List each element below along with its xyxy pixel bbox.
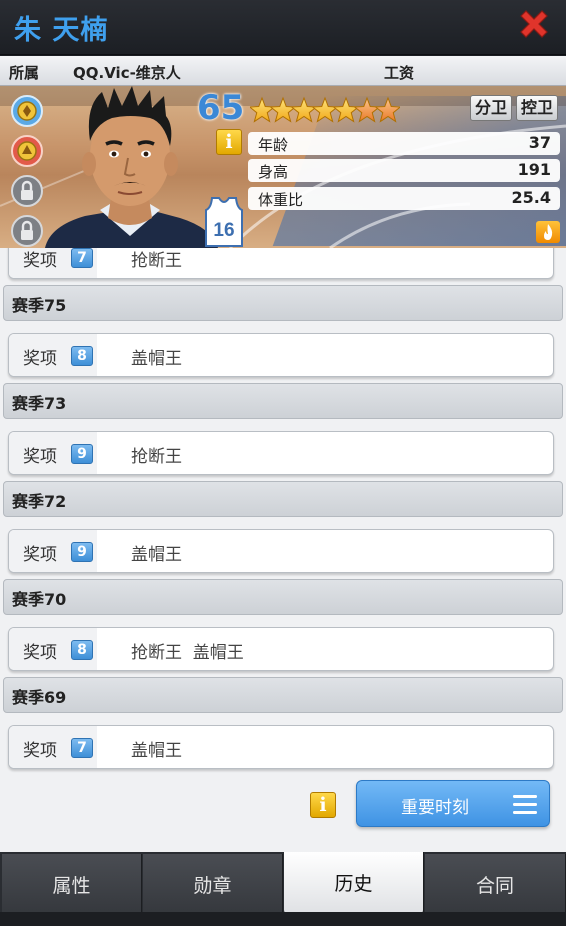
locked-badge-icon-1: [11, 175, 43, 207]
star-icon-filled: [250, 96, 276, 123]
award-count-badge: 9: [71, 542, 93, 562]
award-count-badge: 8: [71, 346, 93, 366]
season-header: 赛季69: [3, 677, 563, 713]
title-bar: 朱 天楠: [0, 0, 566, 55]
stat-weight-ratio-value: 25.4: [511, 188, 551, 207]
award-label: 奖项: [23, 545, 57, 565]
award-label: 奖项: [23, 741, 57, 761]
medal-icon-1[interactable]: [10, 94, 44, 128]
award-count-badge: 8: [71, 640, 93, 660]
locked-badge-icon-2: [11, 215, 43, 247]
player-name-title: 朱 天楠: [14, 15, 109, 46]
tab-bar-bottom-edge: [0, 912, 566, 926]
award-label: 奖项: [23, 349, 57, 369]
season-header: 赛季75: [3, 285, 563, 321]
season-label: 赛季73: [12, 394, 67, 413]
season-header: 赛季70: [3, 579, 563, 615]
fire-icon-button[interactable]: [536, 221, 560, 243]
award-row: 奖项 9 盖帽王: [8, 529, 554, 573]
position-tag-sg[interactable]: 分卫: [470, 95, 513, 121]
award-names: 抢断王 盖帽王: [131, 643, 244, 663]
award-label: 奖项: [23, 643, 57, 663]
tab-attributes[interactable]: 属性: [2, 854, 142, 914]
tab-attributes-label: 属性: [52, 875, 91, 897]
award-row: 奖项 8 盖帽王: [8, 333, 554, 377]
award-names: 抢断王: [131, 447, 182, 467]
award-row: 奖项 7 抢断王: [8, 248, 554, 279]
award-names: 抢断王: [131, 251, 182, 271]
stat-weight-ratio-label: 体重比: [258, 191, 304, 209]
tab-medals-label: 勋章: [193, 875, 232, 897]
star-icon-partial: [353, 96, 381, 123]
info-icon-rating[interactable]: i: [216, 129, 242, 155]
award-row: 奖项 8 抢断王 盖帽王: [8, 627, 554, 671]
award-label: 奖项: [23, 251, 57, 271]
tab-history-label: 历史: [334, 873, 373, 895]
award-row: 奖项 9 抢断王: [8, 431, 554, 475]
star-icon-filled: [311, 96, 339, 123]
star-icon-filled: [290, 96, 318, 123]
position-tag-pg[interactable]: 控卫: [516, 95, 559, 121]
season-label: 赛季69: [12, 688, 67, 707]
jersey-icon: 16: [205, 197, 243, 247]
award-count-badge: 9: [71, 444, 93, 464]
tab-history[interactable]: 历史: [284, 852, 424, 914]
menu-icon: [513, 795, 537, 814]
info-icon-history[interactable]: i: [310, 792, 336, 818]
tab-contract-label: 合同: [475, 875, 514, 897]
star-icon-filled: [269, 96, 297, 123]
stat-height-value: 191: [517, 160, 551, 179]
tab-contract[interactable]: 合同: [425, 854, 566, 914]
tab-medals[interactable]: 勋章: [143, 854, 283, 914]
stat-age-label: 年龄: [258, 136, 289, 154]
player-portrait: [45, 86, 218, 248]
season-label: 赛季75: [12, 296, 67, 315]
history-list[interactable]: 奖项 7 抢断王 赛季75 奖项 8 盖帽王 赛季73 奖项 9 抢断王 赛季72 奖项 9 盖帽王 赛季70…: [0, 248, 566, 852]
award-count-badge: 7: [71, 738, 93, 758]
stat-age-value: 37: [528, 133, 551, 152]
award-names: 盖帽王: [131, 741, 182, 761]
season-header: 赛季72: [3, 481, 563, 517]
season-label: 赛季70: [12, 590, 67, 609]
overall-rating: 65: [197, 88, 245, 128]
award-names: 盖帽王: [131, 349, 182, 369]
award-count-badge: 7: [71, 248, 93, 268]
important-moments-button[interactable]: 重要时刻: [356, 780, 550, 827]
award-row: 奖项 7 盖帽王: [8, 725, 554, 769]
stat-age: 年龄 37: [248, 132, 560, 155]
star-icon-filled: [332, 96, 360, 123]
stat-weight-ratio: 体重比 25.4: [248, 187, 560, 210]
stat-height-label: 身高: [258, 163, 289, 181]
team-info-row: 所属 QQ.Vic-维京人 工资: [0, 56, 566, 86]
team-label: 所属: [9, 64, 40, 82]
season-label: 赛季72: [12, 492, 67, 511]
close-icon: [520, 10, 548, 38]
star-icon-partial: [374, 96, 400, 123]
important-moments-label: 重要时刻: [401, 798, 469, 818]
team-value: QQ.Vic-维京人: [73, 64, 181, 82]
close-button[interactable]: [514, 6, 554, 46]
star-rating: [250, 96, 400, 123]
season-header: 赛季73: [3, 383, 563, 419]
salary-label: 工资: [384, 64, 415, 82]
jersey-number: 16: [213, 220, 234, 241]
award-names: 盖帽王: [131, 545, 182, 565]
player-detail-window: 朱 天楠 所属 QQ.Vic-维京人 工资 65 分卫 控卫 i 年龄 37 身…: [0, 0, 566, 926]
stat-height: 身高 191: [248, 159, 560, 182]
flame-icon: [544, 224, 553, 240]
medal-icon-2[interactable]: [10, 134, 44, 168]
award-label: 奖项: [23, 447, 57, 467]
